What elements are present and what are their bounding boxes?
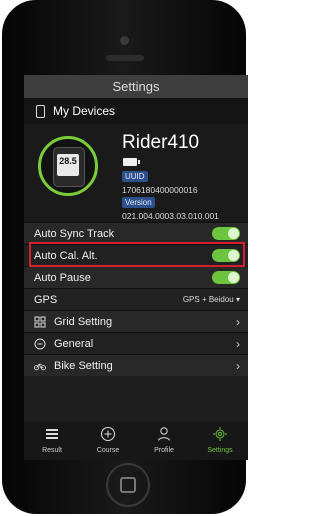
tab-profile-label: Profile [154,447,174,454]
tab-profile[interactable]: Profile [136,422,192,460]
chevron-right-icon: › [236,358,240,373]
setting-row-auto-pause[interactable]: Auto Pause [24,266,248,288]
gps-select[interactable]: GPS + Beidou ▾ [183,295,240,304]
setting-label-auto-pause: Auto Pause [34,271,91,284]
device-image-ring: 28.5 [38,136,98,196]
setting-row-gps[interactable]: GPS GPS + Beidou ▾ [24,288,248,310]
page-title: Settings [24,75,248,98]
highlight-box [29,242,245,267]
tab-settings[interactable]: Settings [192,422,248,460]
device-display-value: 28.5 [57,154,79,176]
grid-icon [34,316,46,327]
device-panel[interactable]: 28.5 Rider410 UUID 1706180400000016 Vers… [24,124,248,222]
setting-label-bike-setting: Bike Setting [54,359,113,372]
device-illustration: 28.5 [53,147,85,187]
home-button[interactable] [106,463,150,507]
chevron-right-icon: › [236,336,240,351]
gear-icon [213,427,227,441]
setting-label-grid-setting: Grid Setting [54,315,113,328]
setting-row-bike-setting[interactable]: Bike Setting › [24,354,248,376]
plus-circle-icon [101,427,115,441]
setting-label-auto-sync-track: Auto Sync Track [34,227,115,240]
minus-circle-icon [34,338,46,349]
bike-icon [34,362,46,370]
tab-course[interactable]: Course [80,422,136,460]
speaker-grille [106,55,144,61]
tab-course-label: Course [96,447,120,454]
setting-row-grid-setting[interactable]: Grid Setting › [24,310,248,332]
uuid-value: 1706180400000016 [122,185,198,195]
app-screen: Settings My Devices 28.5 Rider410 UUID 1… [24,75,248,460]
my-devices-header: My Devices [24,98,248,124]
setting-label-general: General [54,337,94,350]
version-tag: Version [122,197,155,208]
auto-pause-toggle[interactable] [212,271,240,284]
chevron-right-icon: › [236,314,240,329]
setting-row-general[interactable]: General › [24,332,248,354]
version-value: 021.004.0003.03.010.001 [122,211,219,221]
uuid-tag: UUID [122,171,148,182]
person-icon [158,427,170,441]
camera-icon [120,36,129,45]
list-icon [46,429,58,439]
setting-row-auto-sync-track[interactable]: Auto Sync Track [24,222,248,244]
home-square-icon [120,477,136,493]
tab-settings-label: Settings [207,447,233,454]
tab-result-label: Result [42,447,62,454]
bottom-tab-bar: Result Course Profile Settings [24,422,248,460]
battery-icon [123,158,140,166]
tab-result[interactable]: Result [24,422,80,460]
auto-sync-track-toggle[interactable] [212,227,240,240]
my-devices-label: My Devices [53,104,116,118]
device-name: Rider410 [122,132,200,153]
setting-label-gps: GPS [34,293,58,306]
phone-icon [36,104,45,118]
